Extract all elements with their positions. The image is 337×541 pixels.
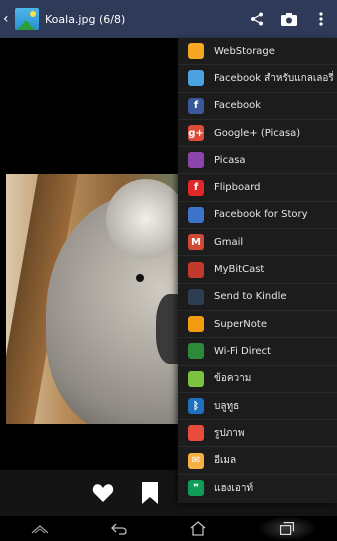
- share-item[interactable]: SuperNote: [178, 311, 337, 339]
- wifi-direct-icon: [188, 343, 204, 360]
- share-item-label: Send to Kindle: [214, 291, 287, 303]
- share-button[interactable]: [241, 0, 273, 38]
- share-item[interactable]: ✉ อีเมล: [178, 447, 337, 475]
- share-item[interactable]: MyBitCast: [178, 256, 337, 284]
- share-item-label: รูปภาพ: [214, 427, 245, 439]
- facebook-story-icon: [188, 206, 204, 223]
- share-item-label: Picasa: [214, 154, 246, 166]
- facebook-icon: f: [188, 97, 204, 114]
- webstorage-icon: [188, 43, 204, 60]
- heart-icon: [92, 484, 114, 502]
- share-item-label: Google+ (Picasa): [214, 127, 301, 139]
- share-item-label: MyBitCast: [214, 264, 265, 276]
- kindle-icon: [188, 288, 204, 305]
- gmail-icon: M: [188, 234, 204, 251]
- share-item-label: Flipboard: [214, 182, 261, 194]
- share-item-label: แฮงเอาท์: [214, 482, 254, 494]
- share-item-label: SuperNote: [214, 318, 267, 330]
- share-item[interactable]: Facebook สำหรับแกลเลอรี่: [178, 65, 337, 93]
- share-menu: WebStorage Facebook สำหรับแกลเลอรี่ f Faceb…: [178, 38, 337, 503]
- camera-button[interactable]: [273, 0, 305, 38]
- back-icon[interactable]: ‹: [3, 0, 13, 38]
- share-item-label: บลูทูธ: [214, 400, 240, 412]
- share-item[interactable]: Send to Kindle: [178, 284, 337, 311]
- more-vert-icon: [319, 12, 323, 26]
- chevron-up-icon: [31, 524, 49, 533]
- home-nav-button[interactable]: [178, 516, 218, 541]
- back-arrow-icon: [110, 523, 127, 535]
- share-item-label: Wi-Fi Direct: [214, 345, 271, 357]
- bookmark-button[interactable]: [137, 480, 163, 506]
- share-item[interactable]: f Facebook: [178, 93, 337, 120]
- share-item[interactable]: ❞ แฮงเอาท์: [178, 475, 337, 502]
- messaging-icon: [188, 370, 204, 387]
- google-plus-icon: g+: [188, 125, 204, 142]
- share-item-label: WebStorage: [214, 45, 275, 57]
- action-bar: ‹ Koala.jpg (6/8): [0, 0, 337, 38]
- gallery-app-icon[interactable]: [15, 8, 39, 30]
- email-icon: ✉: [188, 452, 204, 469]
- supernote-icon: [188, 316, 204, 333]
- flipboard-icon: f: [188, 179, 204, 196]
- share-item-label: Gmail: [214, 236, 244, 248]
- share-icon: [251, 12, 263, 26]
- share-item[interactable]: รูปภาพ: [178, 420, 337, 448]
- share-item[interactable]: ข้อความ: [178, 366, 337, 393]
- facebook-gallery-icon: [188, 70, 204, 87]
- picasa-icon: [188, 152, 204, 169]
- share-item[interactable]: WebStorage: [178, 38, 337, 66]
- overflow-menu-button[interactable]: [305, 0, 337, 38]
- photos-icon: [188, 425, 204, 442]
- mybitcast-icon: [188, 261, 204, 278]
- share-item-label: Facebook สำหรับแกลเลอรี่: [214, 72, 334, 84]
- system-nav-bar: [0, 516, 337, 541]
- share-item-label: Facebook: [214, 100, 261, 112]
- share-item[interactable]: ᛒ บลูทูธ: [178, 393, 337, 421]
- hangouts-icon: ❞: [188, 480, 204, 497]
- share-item-label: อีเมล: [214, 455, 237, 467]
- favorite-button[interactable]: [90, 480, 116, 506]
- share-item[interactable]: Facebook for Story: [178, 202, 337, 230]
- home-icon: [190, 521, 206, 536]
- camera-icon: [281, 12, 297, 26]
- page-title: Koala.jpg (6/8): [45, 12, 126, 26]
- share-item[interactable]: f Flipboard: [178, 174, 337, 202]
- share-item[interactable]: Wi-Fi Direct: [178, 338, 337, 366]
- recent-apps-button[interactable]: [257, 516, 318, 541]
- share-item[interactable]: Picasa: [178, 147, 337, 175]
- hide-keyboard-button[interactable]: [20, 516, 60, 541]
- bluetooth-icon: ᛒ: [188, 398, 204, 414]
- share-item-label: ข้อความ: [214, 373, 252, 385]
- share-item-label: Facebook for Story: [214, 209, 308, 221]
- share-item[interactable]: g+ Google+ (Picasa): [178, 120, 337, 148]
- back-nav-button[interactable]: [99, 516, 139, 541]
- bookmark-icon: [142, 482, 158, 504]
- share-item[interactable]: M Gmail: [178, 229, 337, 257]
- recent-apps-icon: [280, 522, 295, 535]
